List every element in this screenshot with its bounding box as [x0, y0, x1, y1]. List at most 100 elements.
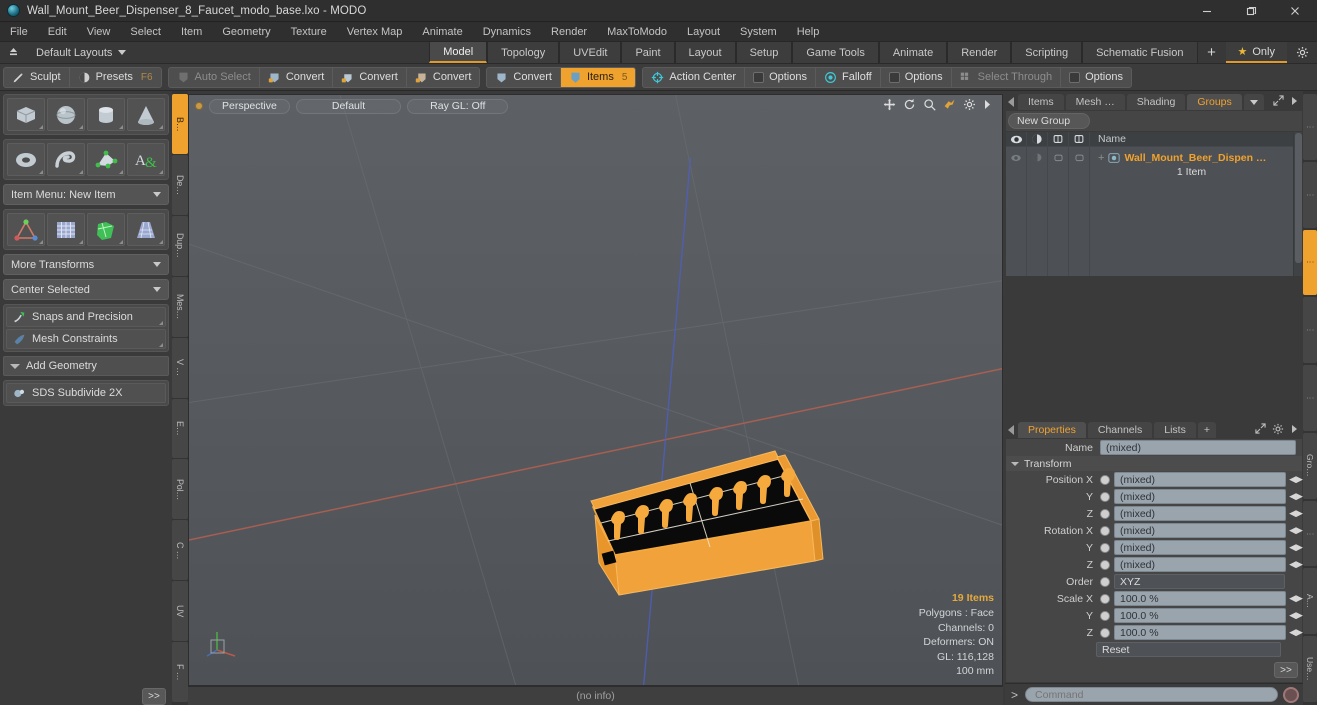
position-y-radio[interactable] [1100, 491, 1110, 502]
sphere-primitive-button[interactable] [47, 98, 85, 131]
menu-vertex-map[interactable]: Vertex Map [337, 22, 413, 42]
lattice-tool-button[interactable] [47, 213, 85, 246]
record-macro-icon[interactable] [1283, 686, 1299, 703]
menu-dynamics[interactable]: Dynamics [473, 22, 541, 42]
order-dropdown[interactable]: XYZ [1114, 574, 1285, 589]
tab-items[interactable]: Items [1018, 94, 1064, 110]
rtab-7[interactable]: ⋮ [1303, 500, 1317, 567]
rotation-x-radio[interactable] [1100, 525, 1110, 536]
scale-z-radio[interactable] [1100, 627, 1110, 638]
new-group-button[interactable]: New Group [1008, 113, 1090, 129]
shading-mode-dropdown[interactable]: Default [295, 98, 402, 114]
tab-groups[interactable]: Groups [1187, 94, 1242, 110]
vtab-uv[interactable]: UV [172, 581, 188, 642]
menu-edit[interactable]: Edit [38, 22, 77, 42]
spiral-primitive-button[interactable] [47, 143, 85, 176]
rotation-z-field[interactable]: (mixed) [1114, 557, 1286, 572]
rtab-4[interactable]: ⋮ [1303, 297, 1317, 364]
view-mode-dropdown[interactable]: Perspective [209, 98, 290, 114]
menu-item[interactable]: Item [171, 22, 212, 42]
position-x-radio[interactable] [1100, 474, 1110, 485]
only-toggle[interactable]: ★ Only [1225, 42, 1287, 63]
default-layouts-dropdown[interactable]: Default Layouts [26, 42, 136, 63]
menu-help[interactable]: Help [787, 22, 830, 42]
cube-primitive-button[interactable] [7, 98, 45, 131]
vtab-duplicate[interactable]: Dup… [172, 215, 188, 276]
rtab-animate[interactable]: A… [1303, 568, 1317, 635]
menu-geometry[interactable]: Geometry [212, 22, 280, 42]
groups-tree-scrollbar[interactable] [1293, 132, 1302, 276]
select-through-button[interactable]: Select Through [952, 67, 1062, 87]
panel-menu-icon[interactable] [1290, 96, 1299, 109]
position-x-stepper[interactable]: ◀▶ [1289, 473, 1303, 487]
tab-uvedit[interactable]: UVEdit [559, 42, 622, 63]
rotation-y-radio[interactable] [1100, 542, 1110, 553]
expand-icon[interactable]: + [1098, 152, 1104, 164]
row-visibility-toggle[interactable] [1006, 147, 1026, 168]
torus-primitive-button[interactable] [7, 143, 45, 176]
menu-system[interactable]: System [730, 22, 787, 42]
rtab-user[interactable]: Use… [1303, 636, 1317, 703]
tab-game-tools[interactable]: Game Tools [792, 42, 879, 63]
zoom-icon[interactable] [923, 98, 936, 114]
more-transforms-dropdown[interactable]: More Transforms [3, 254, 169, 275]
transform-section-header[interactable]: Transform [1006, 456, 1302, 471]
rotation-x-field[interactable]: (mixed) [1114, 523, 1286, 538]
position-y-field[interactable]: (mixed) [1114, 489, 1286, 504]
properties-forward-button[interactable]: >> [1274, 662, 1298, 678]
menu-layout[interactable]: Layout [677, 22, 730, 42]
scale-x-stepper[interactable]: ◀▶ [1289, 592, 1303, 606]
cone-primitive-button[interactable] [127, 98, 165, 131]
scale-z-field[interactable]: 100.0 % [1114, 625, 1286, 640]
menu-file[interactable]: File [0, 22, 38, 42]
scale-z-stepper[interactable]: ◀▶ [1289, 626, 1303, 640]
cylinder-primitive-button[interactable] [87, 98, 125, 131]
rtab-5[interactable]: ⋮ [1303, 365, 1317, 431]
select-icon[interactable] [1069, 132, 1089, 147]
scale-y-stepper[interactable]: ◀▶ [1289, 609, 1303, 623]
checkbox-icon[interactable] [753, 71, 765, 83]
vtab-mesh[interactable]: Mes… [172, 276, 188, 337]
vtab-deform[interactable]: De… [172, 154, 188, 215]
viewport-gear-icon[interactable] [963, 98, 976, 114]
menu-select[interactable]: Select [120, 22, 171, 42]
tab-layout[interactable]: Layout [674, 42, 736, 63]
action-center-button[interactable]: Action Center [643, 67, 746, 87]
add-geometry-section[interactable]: Add Geometry [3, 356, 169, 376]
reset-dropdown[interactable]: Reset [1096, 642, 1281, 657]
text-tool-button[interactable]: A & [127, 143, 165, 176]
properties-gear-icon[interactable] [1272, 423, 1284, 438]
auto-select-button[interactable]: Auto Select [169, 67, 260, 87]
panel-collapse-icon[interactable] [1008, 425, 1014, 435]
tab-lists[interactable]: Lists [1154, 422, 1196, 438]
presets-button[interactable]: Presets F6 [70, 68, 161, 87]
tab-channels[interactable]: Channels [1087, 422, 1153, 438]
transform-tool-button[interactable] [7, 213, 45, 246]
pen-tool-button[interactable] [87, 143, 125, 176]
select-through-options-button[interactable]: Options [1061, 68, 1131, 87]
vtab-vertex[interactable]: V … [172, 337, 188, 398]
viewport-menu-icon[interactable] [195, 102, 203, 110]
scale-y-field[interactable]: 100.0 % [1114, 608, 1286, 623]
tab-shading[interactable]: Shading [1126, 94, 1186, 110]
rtab-2[interactable]: ⋮ [1303, 161, 1317, 228]
vtab-edge[interactable]: E… [172, 398, 188, 459]
pan-icon[interactable] [883, 98, 896, 114]
render-icon[interactable] [1027, 132, 1047, 147]
menu-texture[interactable]: Texture [281, 22, 337, 42]
properties-maximize-icon[interactable] [1255, 423, 1266, 437]
layout-up-icon[interactable] [0, 42, 26, 63]
snaps-and-precision-button[interactable]: Snaps and Precision [6, 307, 166, 327]
convert-edge-button[interactable]: Convert [333, 67, 407, 87]
menu-animate[interactable]: Animate [412, 22, 472, 42]
tree-row-group[interactable]: + Wall_Mount_Beer_Dispen … [1090, 147, 1293, 168]
convert-items-button[interactable]: Convert [487, 67, 561, 87]
scale-x-field[interactable]: 100.0 % [1114, 591, 1286, 606]
command-input[interactable] [1025, 687, 1278, 702]
row-bbox-toggle[interactable] [1048, 147, 1068, 168]
raygl-dropdown[interactable]: Ray GL: Off [407, 98, 509, 114]
rotation-x-stepper[interactable]: ◀▶ [1289, 524, 1303, 538]
minimize-button[interactable] [1185, 0, 1229, 22]
tab-model[interactable]: Model [429, 42, 488, 63]
order-radio[interactable] [1100, 576, 1110, 587]
